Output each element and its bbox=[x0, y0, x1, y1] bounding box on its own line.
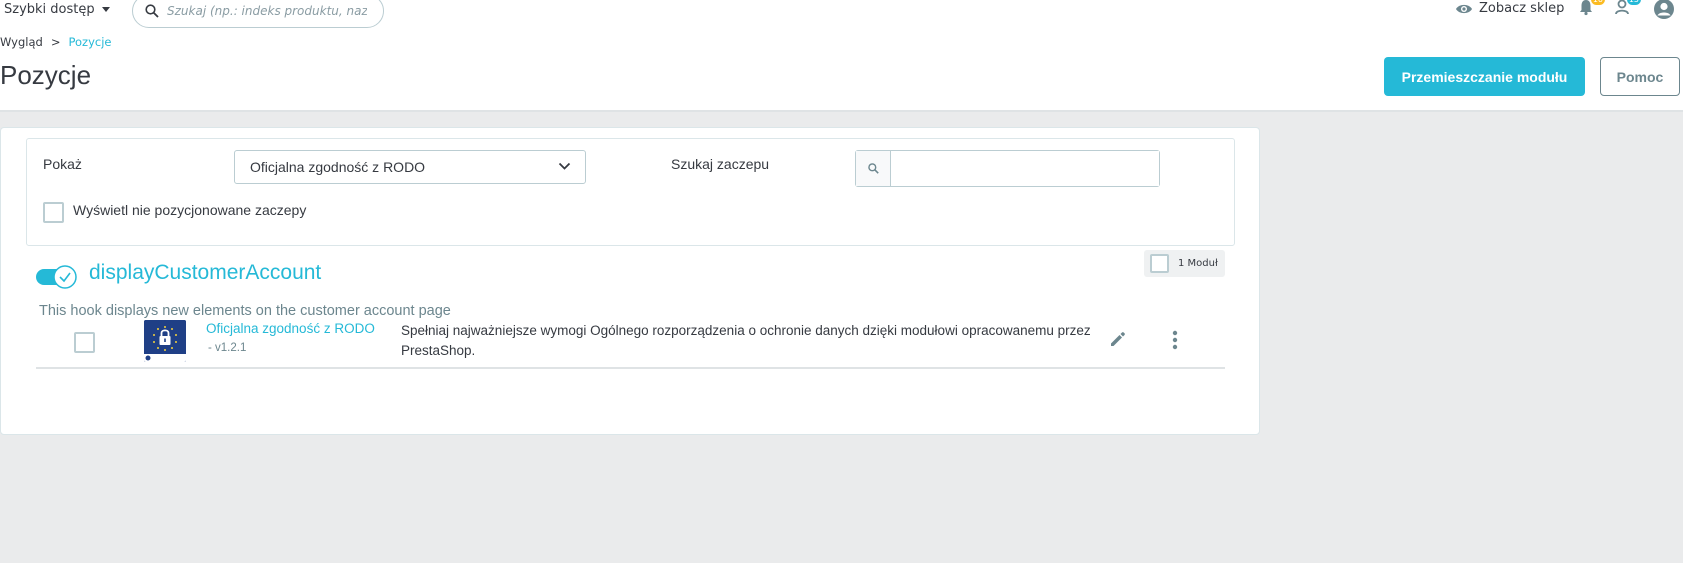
page-header: Wygląd > Pozycje Pozycje Przemieszczanie… bbox=[0, 28, 1683, 112]
module-checkbox[interactable] bbox=[74, 332, 95, 353]
hook-search[interactable] bbox=[855, 150, 1160, 187]
module-description: Spełniaj najważniejsze wymogi Ogólnego r… bbox=[401, 323, 1091, 358]
customers-badge: 15 bbox=[1626, 0, 1641, 5]
hook-name[interactable]: displayCustomerAccount bbox=[89, 261, 321, 285]
global-search[interactable] bbox=[132, 0, 384, 28]
quick-access-label: Szybki dostęp bbox=[4, 1, 95, 17]
breadcrumb-current[interactable]: Pozycje bbox=[68, 35, 111, 49]
select-all-modules-checkbox[interactable] bbox=[1150, 254, 1169, 273]
module-select-value: Oficjalna zgodność z RODO bbox=[250, 159, 426, 175]
search-icon bbox=[867, 163, 879, 174]
page-title: Pozycje bbox=[0, 60, 92, 90]
caret-down-icon bbox=[101, 7, 110, 12]
module-version: - v1.2.1 bbox=[208, 342, 247, 354]
breadcrumb: Wygląd > Pozycje bbox=[0, 35, 111, 49]
customers-notification[interactable]: 15 bbox=[1613, 0, 1641, 20]
lock-icon bbox=[144, 320, 186, 362]
transplant-module-button[interactable]: Przemieszczanie modułu bbox=[1384, 57, 1585, 96]
module-name[interactable]: Oficjalna zgodność z RODO bbox=[206, 321, 375, 336]
show-unpositioned-label: Wyświetl nie pozycjonowane zaczepy bbox=[73, 202, 307, 218]
view-shop-link[interactable]: Zobacz sklep bbox=[1455, 0, 1564, 17]
breadcrumb-separator: > bbox=[50, 35, 61, 49]
search-icon bbox=[145, 4, 159, 18]
module-logo bbox=[144, 320, 186, 362]
chevron-down-icon bbox=[558, 162, 571, 170]
eye-icon bbox=[1456, 4, 1472, 13]
search-input[interactable] bbox=[167, 4, 367, 18]
module-count-label: 1 Moduł bbox=[1178, 258, 1218, 269]
positions-panel: Pokaż Oficjalna zgodność z RODO Szukaj z… bbox=[0, 127, 1260, 435]
module-select[interactable]: Oficjalna zgodność z RODO bbox=[234, 150, 586, 184]
show-label: Pokaż bbox=[43, 156, 82, 172]
filter-form: Pokaż Oficjalna zgodność z RODO Szukaj z… bbox=[26, 138, 1235, 246]
more-vertical-icon[interactable] bbox=[1170, 329, 1180, 351]
orders-badge: 10 bbox=[1590, 0, 1605, 5]
module-row: Oficjalna zgodność z RODO - v1.2.1 Spełn… bbox=[36, 314, 1225, 369]
hook-search-addon bbox=[856, 151, 891, 186]
view-shop-label: Zobacz sklep bbox=[1479, 1, 1565, 16]
orders-notification[interactable]: 10 bbox=[1577, 0, 1605, 20]
top-bar: Szybki dostęp Zobacz sklep 10 15 bbox=[0, 0, 1683, 28]
hook-search-input[interactable] bbox=[891, 151, 1159, 186]
module-count: 1 Moduł bbox=[1144, 250, 1225, 277]
help-button[interactable]: Pomoc bbox=[1600, 57, 1680, 96]
show-unpositioned-checkbox[interactable] bbox=[43, 202, 64, 223]
employee-avatar[interactable] bbox=[1653, 0, 1675, 20]
user-icon bbox=[1654, 0, 1674, 19]
quick-access-dropdown[interactable]: Szybki dostęp bbox=[4, 0, 110, 18]
search-hook-label: Szukaj zaczepu bbox=[671, 156, 770, 172]
pencil-icon[interactable] bbox=[1108, 329, 1128, 349]
breadcrumb-parent[interactable]: Wygląd bbox=[0, 35, 43, 49]
hook-toggle[interactable] bbox=[36, 265, 78, 289]
